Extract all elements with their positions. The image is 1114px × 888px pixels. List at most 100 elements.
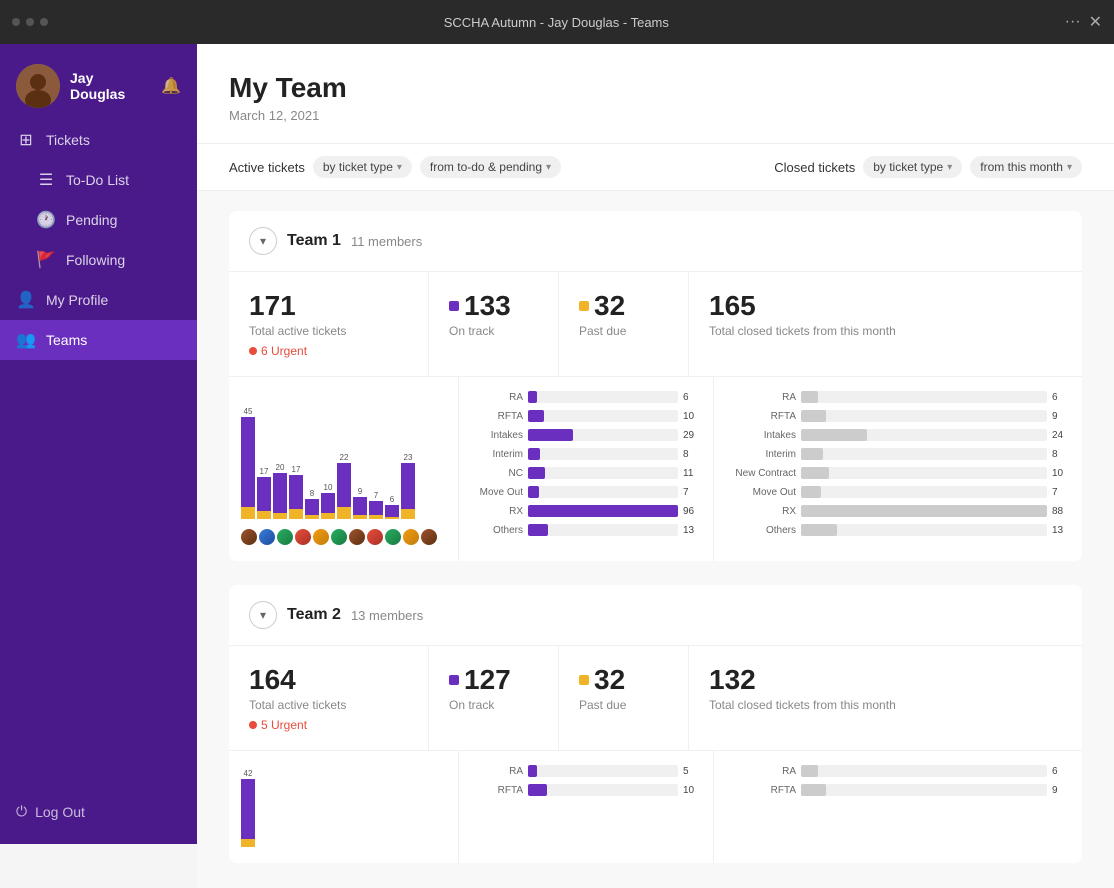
closed-from-caret: ▾ — [1067, 162, 1072, 173]
team1-name: Team 1 — [287, 232, 341, 250]
team2-bars: 42 — [241, 767, 446, 847]
todo-icon: ☰ — [36, 170, 56, 190]
closed-hbar-others: Others 13 — [726, 524, 1070, 536]
team2-ontrack-label: On track — [449, 698, 538, 712]
browser-title: SCCHA Autumn - Jay Douglas - Teams — [56, 15, 1057, 30]
avatar-mini-4 — [295, 529, 311, 545]
team2-bar-chart: 42 — [229, 751, 459, 863]
browser-dot-1 — [12, 18, 20, 26]
sidebar-item-tickets[interactable]: ⊞ Tickets — [0, 120, 197, 160]
by-type-caret: ▾ — [397, 162, 402, 173]
team2-section: ▾ Team 2 13 members 164 Total active tic… — [229, 585, 1082, 863]
urgent-dot-2 — [249, 721, 257, 729]
sidebar-item-tickets-label: Tickets — [46, 132, 90, 148]
sidebar-user: Jay Douglas 🔔 — [0, 44, 197, 120]
sidebar-item-teams[interactable]: 👥 Teams — [0, 320, 197, 360]
avatar-mini-9 — [385, 529, 401, 545]
teams-container: ▾ Team 1 11 members 171 Total active tic… — [197, 191, 1114, 883]
bar-2: 17 — [257, 467, 271, 519]
avatar — [16, 64, 60, 108]
bar-11: 23 — [401, 453, 415, 519]
by-type-label: by ticket type — [323, 160, 393, 174]
team2-active-card: 164 Total active tickets 5 Urgent — [229, 646, 429, 750]
t2-closed-hbar-ra: RA 6 — [726, 765, 1070, 777]
purple-dot — [449, 301, 459, 311]
team2-collapse-btn[interactable]: ▾ — [249, 601, 277, 629]
sidebar-item-following[interactable]: 🚩 Following — [0, 240, 197, 280]
yellow-dot — [579, 301, 589, 311]
user-name: Jay Douglas — [70, 70, 151, 102]
sidebar-item-pending-label: Pending — [66, 212, 117, 228]
avatar-mini-5 — [313, 529, 329, 545]
closed-from-dropdown[interactable]: from this month ▾ — [970, 156, 1082, 178]
team2-pastdue-label: Past due — [579, 698, 668, 712]
team2-header: ▾ Team 2 13 members — [229, 585, 1082, 646]
team2-urgent-count: 5 Urgent — [261, 718, 307, 732]
hbar-rfta: RFTA 10 — [471, 410, 701, 422]
team1-bars: 45 17 20 — [241, 393, 446, 523]
bell-icon[interactable]: 🔔 — [161, 76, 181, 96]
sidebar-item-todo[interactable]: ☰ To-Do List — [0, 160, 197, 200]
t2-bar-1: 42 — [241, 769, 255, 847]
avatar-mini-8 — [367, 529, 383, 545]
browser-more-btn[interactable]: ··· — [1065, 13, 1081, 31]
hbar-rx: RX 96 — [471, 505, 701, 517]
browser-chrome: SCCHA Autumn - Jay Douglas - Teams ··· ✕ — [0, 0, 1114, 44]
teams-icon: 👥 — [16, 330, 36, 350]
team1-charts-row: 45 17 20 — [229, 377, 1082, 561]
page-title: My Team — [229, 72, 1082, 104]
by-type-dropdown[interactable]: by ticket type ▾ — [313, 156, 412, 178]
avatar-mini-6 — [331, 529, 347, 545]
from-caret: ▾ — [546, 162, 551, 173]
team2-active-by-type: RA 5 RFTA 10 — [459, 751, 714, 863]
hbar-interim: Interim 8 — [471, 448, 701, 460]
sidebar-item-pending[interactable]: 🕐 Pending — [0, 200, 197, 240]
team1-ontrack-num: 133 — [464, 290, 511, 322]
team1-active-label: Total active tickets — [249, 324, 408, 338]
filter-bar: Active tickets by ticket type ▾ from to-… — [197, 144, 1114, 191]
hbar-nc: NC 11 — [471, 467, 701, 479]
team1-members: 11 members — [351, 234, 422, 249]
browser-dot-3 — [40, 18, 48, 26]
sidebar-item-profile[interactable]: 👤 My Profile — [0, 280, 197, 320]
team2-closed-hbars: RA 6 RFTA 9 — [726, 765, 1070, 796]
team1-collapse-btn[interactable]: ▾ — [249, 227, 277, 255]
user-info: Jay Douglas — [70, 70, 151, 102]
team1-closed-by-type-chart: RA 6 RFTA — [714, 377, 1082, 561]
team1-closed-label: Total closed tickets from this month — [709, 324, 1062, 338]
hbar-intakes: Intakes 29 — [471, 429, 701, 441]
pending-icon: 🕐 — [36, 210, 56, 230]
app-wrapper: Jay Douglas 🔔 ⊞ Tickets ☰ To-Do List 🕐 P… — [0, 44, 1114, 888]
browser-close-btn[interactable]: ✕ — [1089, 12, 1102, 32]
team2-closed-num: 132 — [709, 664, 1062, 696]
closed-tickets-label: Closed tickets — [774, 160, 855, 175]
avatar-mini-10 — [403, 529, 419, 545]
yellow-dot-2 — [579, 675, 589, 685]
team2-urgent-badge: 5 Urgent — [249, 718, 408, 732]
team1-total-active: 171 — [249, 290, 408, 322]
from-dropdown[interactable]: from to-do & pending ▾ — [420, 156, 561, 178]
purple-dot-2 — [449, 675, 459, 685]
team1-urgent-count: 6 Urgent — [261, 344, 307, 358]
team1-pastdue-num: 32 — [594, 290, 625, 322]
sidebar: Jay Douglas 🔔 ⊞ Tickets ☰ To-Do List 🕐 P… — [0, 44, 197, 844]
t2-closed-hbar-rfta: RFTA 9 — [726, 784, 1070, 796]
team1-active-card: 171 Total active tickets 6 Urgent — [229, 272, 429, 376]
team1-pastdue-card: 32 Past due — [559, 272, 689, 376]
team2-total-active: 164 — [249, 664, 408, 696]
team1-section: ▾ Team 1 11 members 171 Total active tic… — [229, 211, 1082, 561]
team1-closed-num: 165 — [709, 290, 1062, 322]
closed-by-type-dropdown[interactable]: by ticket type ▾ — [863, 156, 962, 178]
bar-8: 9 — [353, 487, 367, 519]
avatar-mini-2 — [259, 529, 275, 545]
tickets-icon: ⊞ — [16, 130, 36, 150]
closed-hbar-rx: RX 88 — [726, 505, 1070, 517]
sidebar-item-profile-label: My Profile — [46, 292, 108, 308]
logout-button[interactable]: ⏻ Log Out — [16, 795, 181, 828]
team2-ontrack-card: 127 On track — [429, 646, 559, 750]
bar-3: 20 — [273, 463, 287, 519]
browser-controls[interactable]: ··· ✕ — [1065, 12, 1102, 32]
hbar-others: Others 13 — [471, 524, 701, 536]
closed-from-label: from this month — [980, 160, 1063, 174]
closed-hbar-intakes: Intakes 24 — [726, 429, 1070, 441]
